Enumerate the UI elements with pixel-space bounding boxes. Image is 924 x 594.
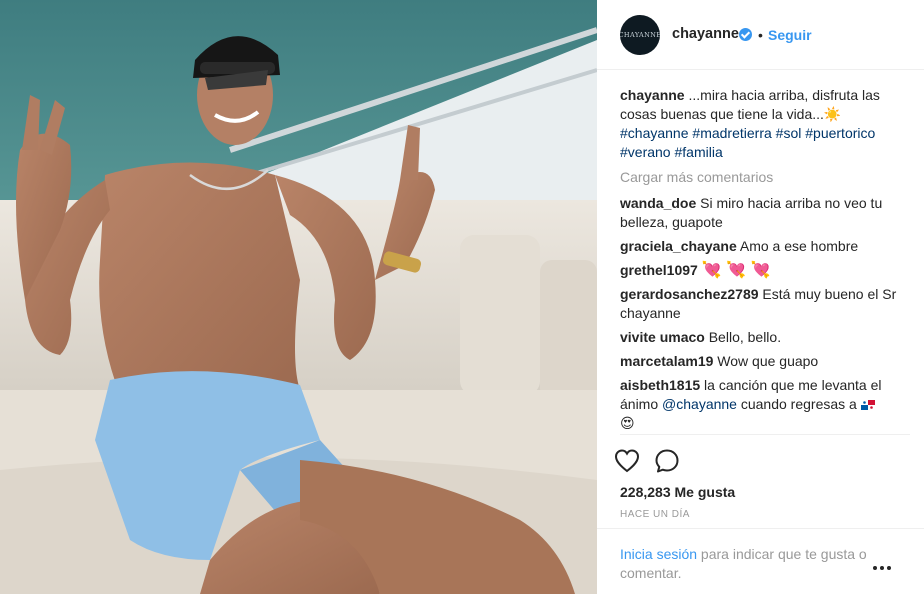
- comment-item: marcetalam19 Wow que guapo: [620, 352, 910, 371]
- comment-username[interactable]: aisbeth1815: [620, 377, 700, 393]
- likes-count[interactable]: 228,283 Me gusta: [620, 484, 735, 500]
- comment-item: graciela_chayane Amo a ese hombre: [620, 237, 910, 256]
- comment-text-continued: cuando regresas a: [736, 396, 861, 412]
- post-timestamp: HACE UN DÍA: [620, 509, 690, 520]
- post-caption: chayanne ...mira hacia arriba, disfruta …: [620, 86, 910, 162]
- hashtag-link[interactable]: #sol: [776, 125, 802, 141]
- heart-arrow-emoji-icon: 💘 💘 💘: [701, 262, 771, 279]
- photo-illustration: [0, 0, 597, 594]
- hashtag-link[interactable]: #puertorico: [805, 125, 875, 141]
- comment-text: Amo a ese hombre: [736, 238, 859, 254]
- hashtag-link[interactable]: #familia: [674, 144, 722, 160]
- login-prompt-section: Inicia sesión para indicar que te gusta …: [597, 528, 924, 581]
- mention-link[interactable]: @chayanne: [662, 396, 737, 412]
- post-header: CHAYANNE chayanne • Seguir: [597, 0, 924, 70]
- avatar-logo-text: CHAYANNE: [620, 31, 660, 39]
- comment-username[interactable]: marcetalam19: [620, 353, 713, 369]
- caption-username[interactable]: chayanne: [620, 87, 685, 103]
- panama-flag-icon: [860, 400, 875, 411]
- comments-list: chayanne ...mira hacia arriba, disfruta …: [620, 86, 910, 438]
- instagram-post: CHAYANNE chayanne • Seguir chayanne ...m…: [0, 0, 924, 594]
- hashtag-link[interactable]: #chayanne: [620, 125, 689, 141]
- post-sidebar: CHAYANNE chayanne • Seguir chayanne ...m…: [597, 0, 924, 594]
- hashtag-link[interactable]: #verano: [620, 144, 671, 160]
- comment-text: Bello, bello.: [704, 329, 782, 345]
- comment-username[interactable]: gerardosanchez2789: [620, 286, 759, 302]
- avatar[interactable]: CHAYANNE: [620, 15, 660, 55]
- comment-username[interactable]: grethel1097: [620, 262, 698, 278]
- heart-eyes-emoji-icon: 😍: [620, 415, 635, 431]
- comment-text: Wow que guapo: [713, 353, 819, 369]
- comment-item: wanda_doe Si miro hacia arriba no veo tu…: [620, 194, 910, 232]
- heart-outline-icon[interactable]: [613, 447, 641, 475]
- section-divider: [620, 434, 910, 435]
- load-more-comments-button[interactable]: Cargar más comentarios: [620, 168, 910, 187]
- login-prompt-text: Inicia sesión para indicar que te gusta …: [620, 545, 890, 583]
- comment-item: grethel1097 💘 💘 💘: [620, 261, 910, 280]
- post-photo[interactable]: [0, 0, 597, 594]
- hashtag-link[interactable]: #madretierra: [692, 125, 771, 141]
- follow-button[interactable]: Seguir: [768, 27, 812, 43]
- comment-item: gerardosanchez2789 Está muy bueno el Sr …: [620, 285, 910, 323]
- comment-username[interactable]: graciela_chayane: [620, 238, 737, 254]
- speech-bubble-icon[interactable]: [653, 447, 681, 475]
- separator-dot: •: [758, 27, 763, 43]
- sun-emoji-icon: ☀️: [823, 106, 842, 122]
- header-username[interactable]: chayanne: [672, 26, 739, 42]
- comment-item: vivite umaco Bello, bello.: [620, 328, 910, 347]
- verified-badge-icon: [739, 28, 752, 41]
- ellipsis-icon[interactable]: [873, 566, 891, 572]
- comment-username[interactable]: wanda_doe: [620, 195, 696, 211]
- login-link[interactable]: Inicia sesión: [620, 546, 697, 562]
- comment-username[interactable]: vivite umaco: [620, 329, 705, 345]
- comment-item: aisbeth1815 la canción que me levanta el…: [620, 376, 910, 433]
